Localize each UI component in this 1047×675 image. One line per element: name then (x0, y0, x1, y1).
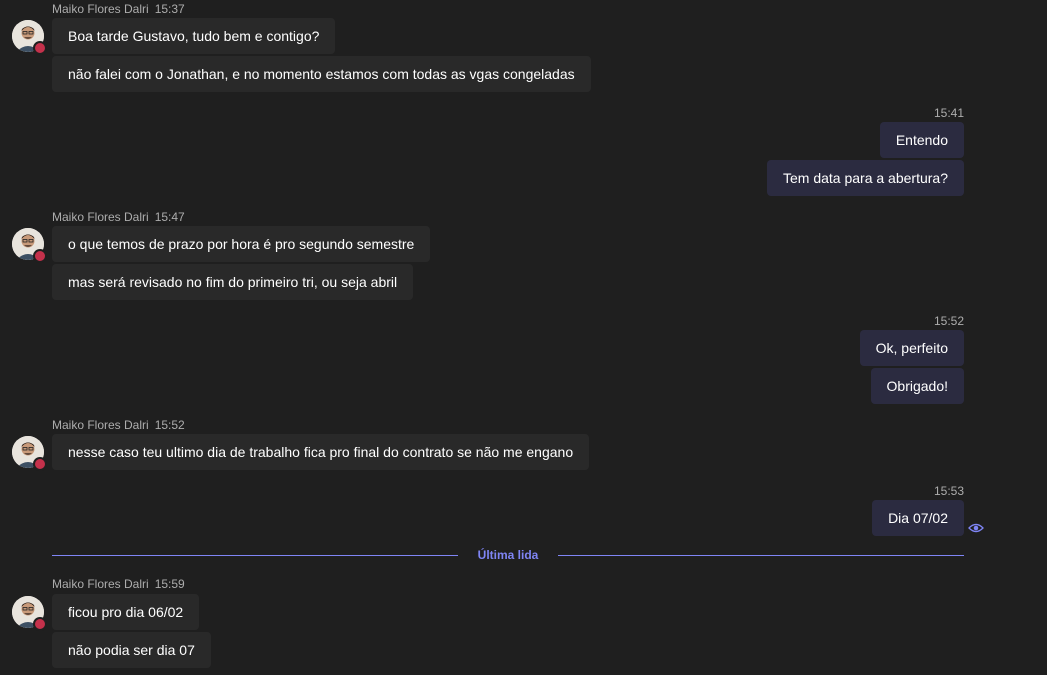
message-header: Maiko Flores Dalri 15:59 (52, 577, 185, 591)
sender-name[interactable]: Maiko Flores Dalri (52, 418, 149, 432)
incoming-message[interactable]: Boa tarde Gustavo, tudo bem e contigo? (52, 18, 336, 54)
chat-pane: Maiko Flores Dalri 15:37 Boa tarde Gustav… (0, 0, 1047, 675)
sender-name[interactable]: Maiko Flores Dalri (52, 577, 149, 591)
incoming-message[interactable]: mas será revisado no fim do primeiro tri… (52, 264, 414, 300)
outgoing-message[interactable]: Dia 07/02 (872, 500, 964, 536)
avatar[interactable] (12, 436, 47, 471)
message-time: 15:41 (933, 106, 964, 120)
busy-status-icon (33, 617, 47, 631)
outgoing-message[interactable]: Tem data para a abertura? (767, 160, 964, 196)
avatar[interactable] (12, 596, 47, 631)
eye-icon (968, 521, 984, 533)
last-read-divider-label: Última lida (477, 548, 539, 562)
message-time: 15:37 (154, 2, 185, 16)
outgoing-message[interactable]: Ok, perfeito (859, 330, 964, 366)
message-time: 15:59 (154, 577, 185, 591)
busy-status-icon (33, 249, 47, 263)
last-read-divider-line (558, 555, 964, 556)
outgoing-message[interactable]: Obrigado! (870, 368, 964, 404)
incoming-message[interactable]: não podia ser dia 07 (52, 632, 211, 668)
sender-name[interactable]: Maiko Flores Dalri (52, 2, 149, 16)
incoming-message[interactable]: não falei com o Jonathan, e no momento e… (52, 56, 591, 92)
message-header: Maiko Flores Dalri 15:47 (52, 210, 185, 224)
message-header: Maiko Flores Dalri 15:37 (52, 2, 185, 16)
avatar[interactable] (12, 228, 47, 263)
avatar[interactable] (12, 20, 47, 55)
incoming-message[interactable]: ficou pro dia 06/02 (52, 594, 200, 630)
last-read-divider-line (52, 555, 458, 556)
sender-name[interactable]: Maiko Flores Dalri (52, 210, 149, 224)
message-time: 15:52 (154, 418, 185, 432)
incoming-message[interactable]: nesse caso teu ultimo dia de trabalho fi… (52, 434, 590, 470)
message-time: 15:52 (933, 314, 964, 328)
incoming-message[interactable]: o que temos de prazo por hora é pro segu… (52, 226, 431, 262)
message-time: 15:47 (154, 210, 185, 224)
outgoing-message[interactable]: Entendo (879, 122, 964, 158)
busy-status-icon (33, 41, 47, 55)
message-header: Maiko Flores Dalri 15:52 (52, 418, 185, 432)
message-time: 15:53 (933, 484, 964, 498)
busy-status-icon (33, 457, 47, 471)
